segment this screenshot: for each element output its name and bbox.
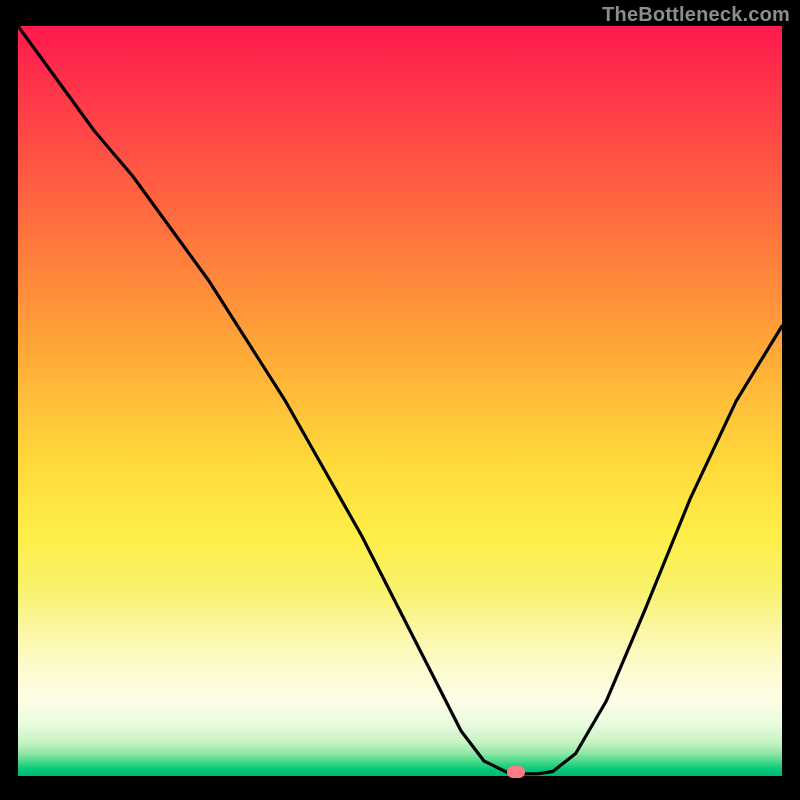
bottleneck-curve [18,26,782,776]
chart-container: TheBottleneck.com [0,0,800,800]
plot-frame [18,26,782,788]
selected-point-marker [507,766,525,778]
attribution-label: TheBottleneck.com [602,4,790,27]
